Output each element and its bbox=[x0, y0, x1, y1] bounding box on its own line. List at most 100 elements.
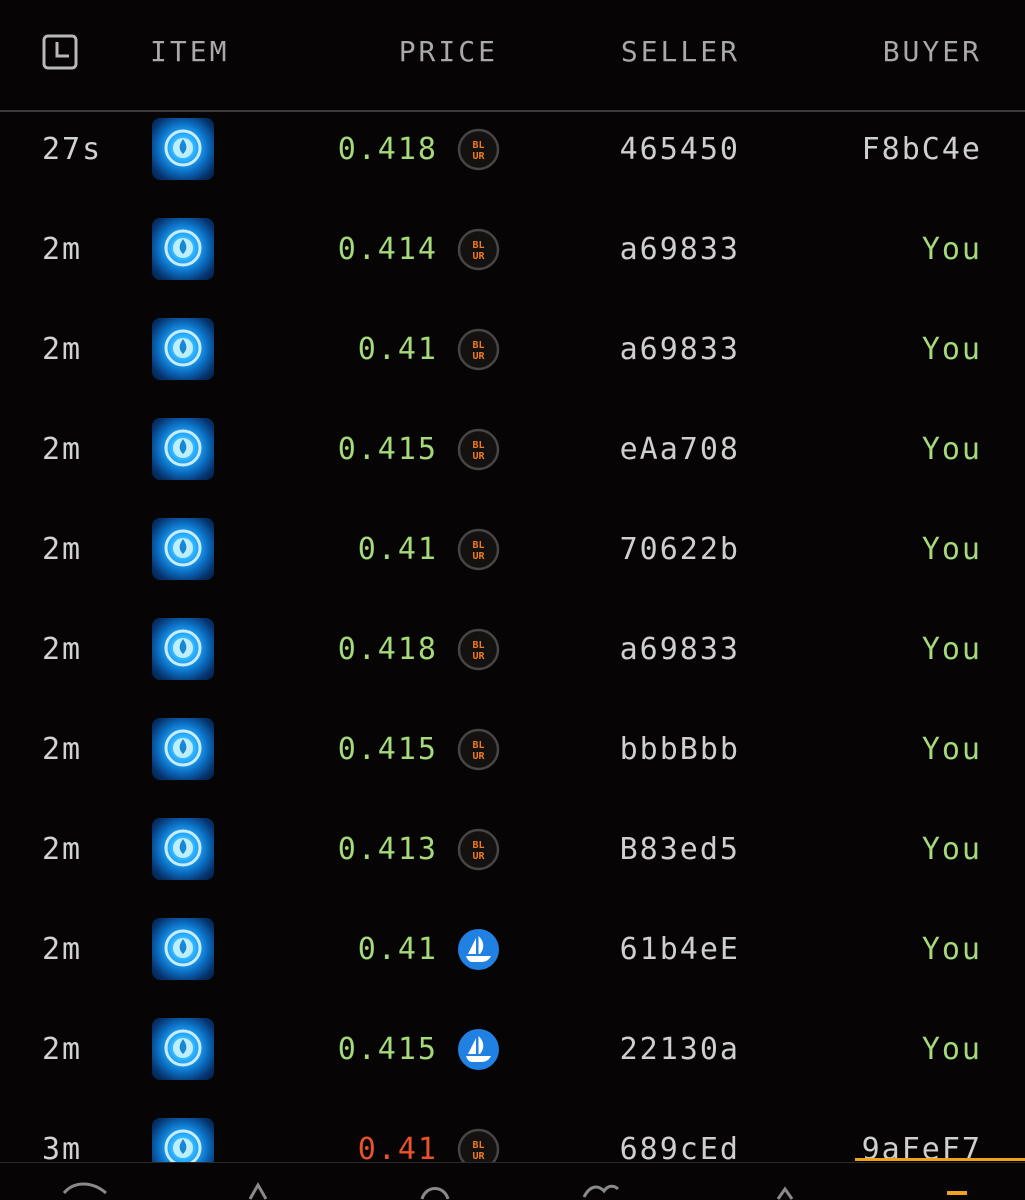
sale-time: 2m bbox=[42, 432, 83, 467]
blur-icon[interactable]: BLUR bbox=[457, 328, 500, 371]
sale-time: 2m bbox=[42, 332, 83, 367]
seller-address[interactable]: eAa708 bbox=[560, 428, 740, 472]
sale-row[interactable]: 2m 0.414 BL UR a69833 You bbox=[0, 200, 1025, 300]
nav-arc-icon[interactable] bbox=[416, 1177, 464, 1200]
seller-address[interactable]: a69833 bbox=[560, 328, 740, 372]
sale-price: 0.418 bbox=[337, 132, 438, 167]
blur-icon[interactable]: BLUR bbox=[457, 228, 500, 271]
buyer-address[interactable]: You bbox=[780, 728, 982, 772]
item-thumbnail[interactable] bbox=[152, 418, 214, 480]
opensea-icon[interactable] bbox=[457, 1028, 500, 1071]
svg-text:BL: BL bbox=[472, 640, 484, 651]
sale-row[interactable]: 2m 0.413 BL UR B83ed5 You bbox=[0, 800, 1025, 900]
svg-text:UR: UR bbox=[472, 351, 485, 362]
item-thumbnail[interactable] bbox=[152, 1018, 214, 1080]
svg-text:BL: BL bbox=[472, 240, 484, 251]
sale-row[interactable]: 2m 0.415 BL UR bbbBbb You bbox=[0, 700, 1025, 800]
seller-address[interactable]: B83ed5 bbox=[560, 828, 740, 872]
sale-time: 2m bbox=[42, 932, 83, 967]
sale-price: 0.413 bbox=[337, 832, 438, 867]
svg-text:UR: UR bbox=[472, 151, 485, 162]
svg-text:UR: UR bbox=[472, 651, 485, 662]
header-seller[interactable]: SELLER bbox=[560, 30, 740, 74]
seller-address[interactable]: 22130a bbox=[560, 1028, 740, 1072]
blur-icon[interactable]: BLUR bbox=[457, 828, 500, 871]
sale-time: 27s bbox=[42, 132, 103, 167]
item-thumbnail[interactable] bbox=[152, 218, 214, 280]
buyer-address[interactable]: F8bC4e bbox=[780, 128, 982, 172]
svg-text:BL: BL bbox=[472, 440, 484, 451]
sale-time: 2m bbox=[42, 1032, 83, 1067]
table-header: ITEM PRICE SELLER BUYER bbox=[0, 0, 1025, 112]
sale-price: 0.415 bbox=[337, 732, 438, 767]
svg-text:BL: BL bbox=[472, 340, 484, 351]
svg-text:UR: UR bbox=[472, 551, 485, 562]
sale-row[interactable]: 2m 0.41 BL UR a69833 You bbox=[0, 300, 1025, 400]
svg-text:BL: BL bbox=[472, 840, 484, 851]
buyer-address[interactable]: You bbox=[780, 1028, 982, 1072]
blur-icon[interactable]: BLUR bbox=[457, 128, 500, 171]
sale-row[interactable]: 27s 0.418 BL UR 465450 F8bC4e bbox=[0, 100, 1025, 200]
sale-row[interactable]: 2m 0.41 BL UR 70622b You bbox=[0, 500, 1025, 600]
item-thumbnail[interactable] bbox=[152, 118, 214, 180]
blur-icon[interactable]: BLUR bbox=[457, 628, 500, 671]
sale-price: 0.418 bbox=[337, 632, 438, 667]
seller-address[interactable]: a69833 bbox=[560, 628, 740, 672]
seller-address[interactable]: a69833 bbox=[560, 228, 740, 272]
nav-swap-icon[interactable] bbox=[580, 1177, 628, 1200]
sale-time: 2m bbox=[42, 832, 83, 867]
buyer-address[interactable]: You bbox=[780, 928, 982, 972]
opensea-icon[interactable] bbox=[457, 928, 500, 971]
nav-chart-icon[interactable] bbox=[62, 1177, 110, 1200]
blur-icon[interactable]: BLUR bbox=[457, 728, 500, 771]
svg-text:BL: BL bbox=[472, 540, 484, 551]
item-thumbnail[interactable] bbox=[152, 818, 214, 880]
seller-address[interactable]: 61b4eE bbox=[560, 928, 740, 972]
svg-text:UR: UR bbox=[472, 451, 485, 462]
sale-price: 0.41 bbox=[357, 932, 438, 967]
buyer-address[interactable]: You bbox=[780, 228, 982, 272]
svg-text:BL: BL bbox=[472, 740, 484, 751]
nav-activity-icon[interactable] bbox=[945, 1177, 993, 1200]
svg-text:UR: UR bbox=[472, 851, 485, 862]
sale-row[interactable]: 2m 0.41 61b4eE You bbox=[0, 900, 1025, 1000]
sale-time: 2m bbox=[42, 732, 83, 767]
buyer-address[interactable]: You bbox=[780, 528, 982, 572]
sale-row[interactable]: 2m 0.418 BL UR a69833 You bbox=[0, 600, 1025, 700]
buyer-address[interactable]: You bbox=[780, 428, 982, 472]
item-thumbnail[interactable] bbox=[152, 318, 214, 380]
sale-price: 0.415 bbox=[337, 432, 438, 467]
sale-time: 2m bbox=[42, 632, 83, 667]
item-thumbnail[interactable] bbox=[152, 718, 214, 780]
blur-icon[interactable]: BLUR bbox=[457, 528, 500, 571]
sale-price: 0.41 bbox=[357, 332, 438, 367]
svg-text:BL: BL bbox=[472, 140, 484, 151]
header-price[interactable]: PRICE bbox=[300, 30, 498, 74]
sale-row[interactable]: 2m 0.415 22130a You bbox=[0, 1000, 1025, 1100]
header-buyer[interactable]: BUYER bbox=[780, 30, 982, 74]
buyer-address[interactable]: You bbox=[780, 328, 982, 372]
seller-address[interactable]: bbbBbb bbox=[560, 728, 740, 772]
svg-text:BL: BL bbox=[472, 1140, 484, 1151]
clock-icon[interactable] bbox=[42, 34, 78, 70]
bottom-nav bbox=[0, 1162, 1025, 1200]
svg-text:UR: UR bbox=[472, 251, 485, 262]
sale-time: 2m bbox=[42, 532, 83, 567]
active-tab-indicator bbox=[855, 1158, 1025, 1161]
sale-row[interactable]: 2m 0.415 BL UR eAa708 You bbox=[0, 400, 1025, 500]
item-thumbnail[interactable] bbox=[152, 618, 214, 680]
svg-text:UR: UR bbox=[472, 751, 485, 762]
seller-address[interactable]: 70622b bbox=[560, 528, 740, 572]
buyer-address[interactable]: You bbox=[780, 628, 982, 672]
sale-price: 0.414 bbox=[337, 232, 438, 267]
item-thumbnail[interactable] bbox=[152, 918, 214, 980]
sale-time: 2m bbox=[42, 232, 83, 267]
seller-address[interactable]: 465450 bbox=[560, 128, 740, 172]
sale-price: 0.415 bbox=[337, 1032, 438, 1067]
nav-up-icon[interactable] bbox=[244, 1177, 292, 1200]
activity-page: ITEM PRICE SELLER BUYER 27s 0.418 BL UR 4654… bbox=[0, 0, 1025, 1200]
item-thumbnail[interactable] bbox=[152, 518, 214, 580]
buyer-address[interactable]: You bbox=[780, 828, 982, 872]
blur-icon[interactable]: BLUR bbox=[457, 428, 500, 471]
nav-caret-icon[interactable] bbox=[772, 1177, 820, 1200]
